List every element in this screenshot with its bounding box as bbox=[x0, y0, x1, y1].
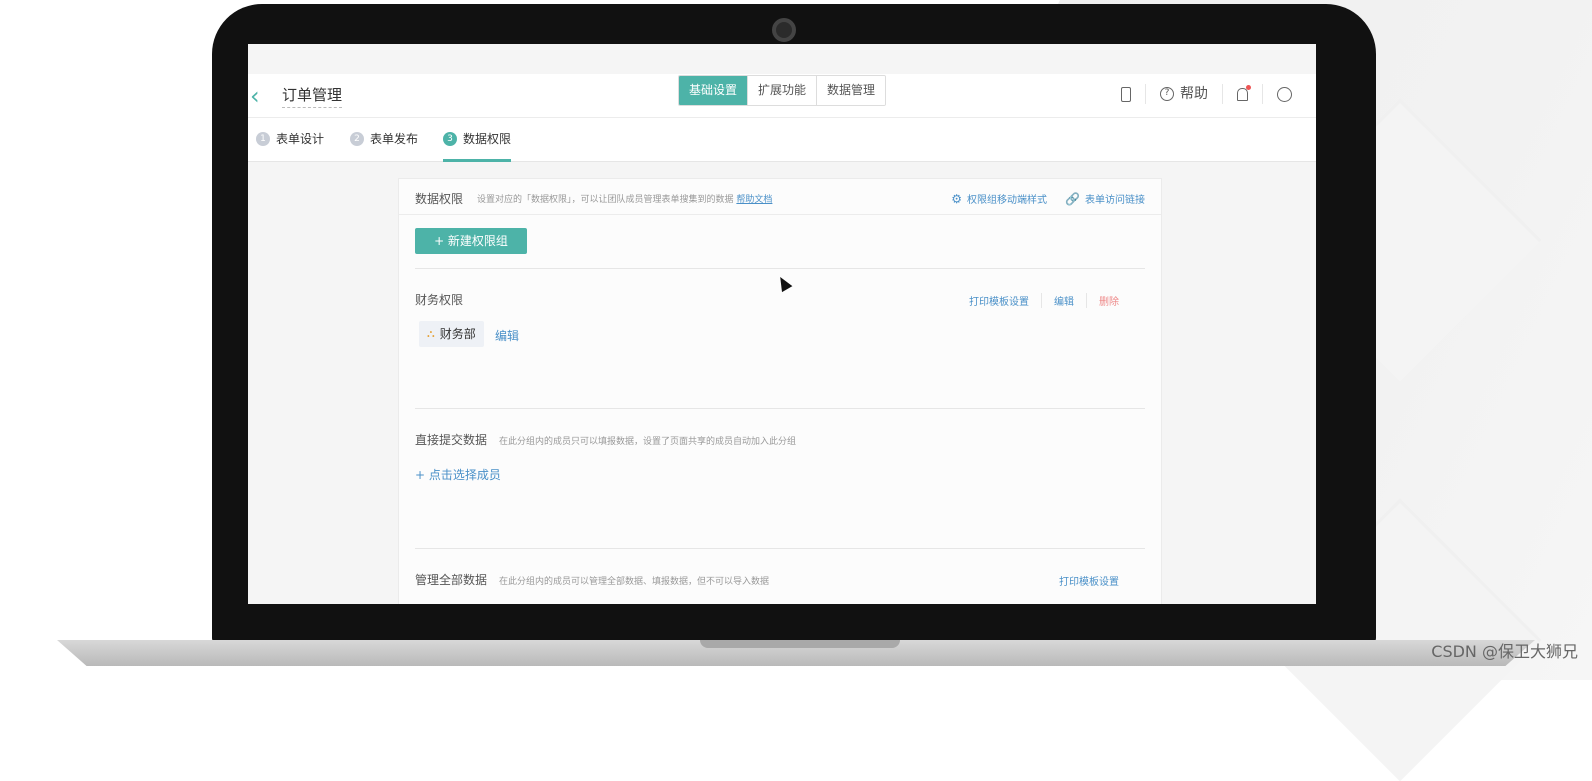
account-button[interactable] bbox=[1262, 84, 1306, 104]
laptop-base-notch bbox=[700, 640, 900, 648]
step-number: 1 bbox=[256, 131, 270, 146]
mobile-style-link[interactable]: ⚙ 权限组移动端样式 bbox=[951, 191, 1048, 207]
access-link-label: 表单访问链接 bbox=[1085, 195, 1145, 206]
link-icon: 🔗 bbox=[1065, 191, 1080, 206]
step-bar: 1 表单设计 2 表单发布 3 数据权限 bbox=[248, 118, 1316, 162]
back-arrow-icon[interactable]: ‹ bbox=[250, 82, 270, 110]
department-name: 财务部 bbox=[439, 327, 476, 341]
divider bbox=[415, 408, 1145, 409]
new-permission-group-button[interactable]: + 新建权限组 bbox=[415, 228, 527, 254]
finance-section-title: 财务权限 bbox=[415, 293, 464, 307]
finance-section-actions: 打印模板设置 编辑 删除 bbox=[957, 293, 1131, 308]
edit-group-button[interactable]: 编辑 bbox=[1041, 293, 1086, 308]
manage-section-title: 管理全部数据 bbox=[415, 573, 488, 587]
top-bar: ‹ 订单管理 基础设置 扩展功能 数据管理 ? 帮助 bbox=[248, 74, 1316, 118]
step-form-publish[interactable]: 2 表单发布 bbox=[350, 130, 418, 147]
bell-icon bbox=[1237, 84, 1251, 101]
edit-department-link[interactable]: 编辑 bbox=[495, 327, 519, 344]
permission-card: 数据权限 设置对应的「数据权限」，可以让团队成员管理表单搜集到的数据 帮助文档 … bbox=[398, 178, 1162, 604]
card-header: 数据权限 设置对应的「数据权限」，可以让团队成员管理表单搜集到的数据 帮助文档 … bbox=[399, 179, 1161, 215]
tab-basic-settings[interactable]: 基础设置 bbox=[679, 76, 748, 105]
delete-group-button[interactable]: 删除 bbox=[1086, 293, 1131, 308]
gear-icon: ⚙ bbox=[951, 191, 963, 206]
step-label: 数据权限 bbox=[463, 132, 512, 146]
page-title[interactable]: 订单管理 bbox=[282, 84, 343, 108]
mode-tabs: 基础设置 扩展功能 数据管理 bbox=[678, 75, 887, 106]
tab-extensions[interactable]: 扩展功能 bbox=[747, 76, 817, 105]
watermark: CSDN @保卫大狮兄 bbox=[1431, 642, 1578, 661]
help-doc-link[interactable]: 帮助文档 bbox=[736, 195, 772, 205]
camera-icon bbox=[772, 18, 796, 42]
question-icon: ? bbox=[1160, 87, 1174, 101]
add-member-button[interactable]: + 点击选择成员 bbox=[415, 466, 501, 483]
access-link[interactable]: 🔗 表单访问链接 bbox=[1065, 191, 1145, 207]
print-template-setting-button[interactable]: 打印模板设置 bbox=[1047, 573, 1131, 588]
help-label: 帮助 bbox=[1180, 86, 1208, 102]
step-label: 表单发布 bbox=[370, 132, 419, 146]
card-description: 设置对应的「数据权限」，可以让团队成员管理表单搜集到的数据 帮助文档 bbox=[477, 192, 772, 205]
submit-section-title: 直接提交数据 bbox=[415, 433, 488, 447]
step-number: 2 bbox=[350, 131, 364, 146]
org-chart-icon: ⛬ bbox=[427, 327, 435, 340]
department-tag: ⛬ 财务部 bbox=[419, 321, 484, 347]
tab-data-management[interactable]: 数据管理 bbox=[816, 76, 886, 105]
divider bbox=[415, 548, 1145, 549]
step-data-permission[interactable]: 3 数据权限 bbox=[443, 130, 511, 147]
card-description-text: 设置对应的「数据权限」，可以让团队成员管理表单搜集到的数据 bbox=[477, 195, 734, 205]
submit-section-description: 在此分组内的成员只可以填报数据，设置了页面共享的成员自动加入此分组 bbox=[499, 437, 797, 447]
notification-dot bbox=[1246, 84, 1251, 90]
help-button[interactable]: ? 帮助 bbox=[1145, 84, 1222, 104]
user-icon bbox=[1277, 86, 1292, 102]
active-step-indicator bbox=[443, 159, 511, 162]
app-screen: ‹ 订单管理 基础设置 扩展功能 数据管理 ? 帮助 1 表单设计 2 表单发布… bbox=[248, 44, 1316, 604]
card-title: 数据权限 bbox=[415, 192, 464, 206]
mobile-preview-button[interactable] bbox=[1107, 84, 1145, 104]
step-number: 3 bbox=[443, 131, 457, 146]
mobile-style-label: 权限组移动端样式 bbox=[967, 195, 1048, 206]
manage-section-description: 在此分组内的成员可以管理全部数据、填报数据，但不可以导入数据 bbox=[499, 577, 770, 587]
card-actions: ⚙ 权限组移动端样式 🔗 表单访问链接 bbox=[933, 191, 1145, 207]
manage-section-actions: 打印模板设置 bbox=[1047, 573, 1131, 588]
phone-icon bbox=[1121, 86, 1131, 102]
notification-button[interactable] bbox=[1222, 84, 1262, 104]
print-template-setting-button[interactable]: 打印模板设置 bbox=[957, 293, 1041, 308]
step-form-design[interactable]: 1 表单设计 bbox=[256, 130, 324, 147]
step-label: 表单设计 bbox=[276, 132, 325, 146]
toolbar-right: ? 帮助 bbox=[1107, 84, 1306, 104]
divider bbox=[415, 268, 1145, 269]
